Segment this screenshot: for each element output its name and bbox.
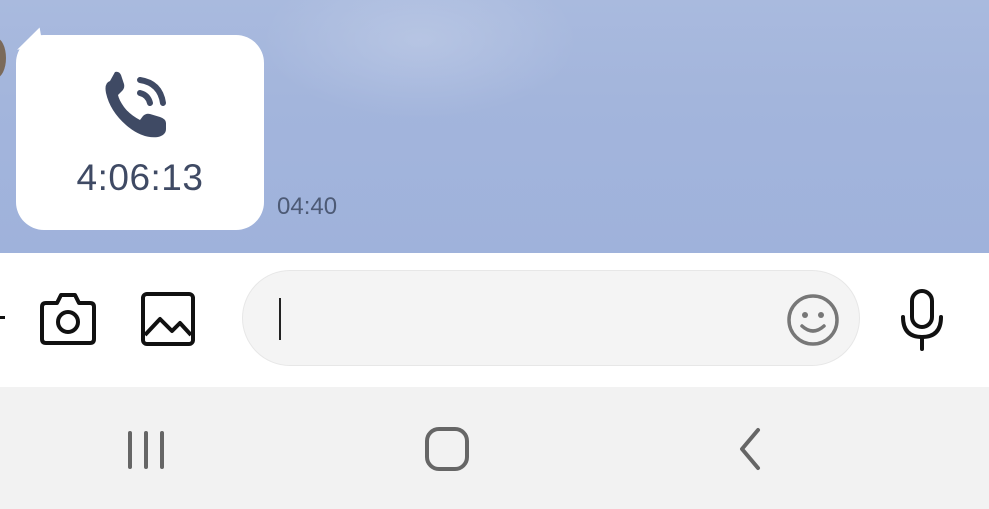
plus-icon[interactable] (0, 316, 5, 319)
message-input[interactable] (283, 291, 767, 349)
message-field[interactable] (242, 270, 860, 366)
message-input-bar (0, 253, 989, 387)
camera-button[interactable] (36, 289, 100, 349)
back-button[interactable] (726, 423, 774, 475)
call-duration: 4:06:13 (76, 157, 204, 198)
text-cursor (279, 298, 281, 340)
microphone-button[interactable] (893, 287, 951, 351)
gallery-button[interactable] (138, 289, 198, 349)
home-button[interactable] (420, 423, 474, 475)
microphone-icon (901, 289, 943, 351)
home-icon (425, 427, 469, 471)
call-message-bubble[interactable]: 4:06:13 (16, 35, 264, 230)
message-timestamp: 04:40 (277, 193, 338, 220)
recent-apps-button[interactable] (118, 423, 174, 475)
voice-call-icon (105, 71, 166, 138)
chat-area[interactable]: 4:06:13 04:40 (0, 0, 989, 253)
image-icon (141, 292, 195, 346)
back-icon (740, 428, 760, 470)
sender-avatar[interactable] (0, 38, 6, 78)
recent-apps-icon (128, 431, 164, 469)
system-navigation-bar (0, 387, 989, 509)
camera-icon (40, 293, 96, 345)
smiley-icon[interactable] (785, 292, 841, 348)
